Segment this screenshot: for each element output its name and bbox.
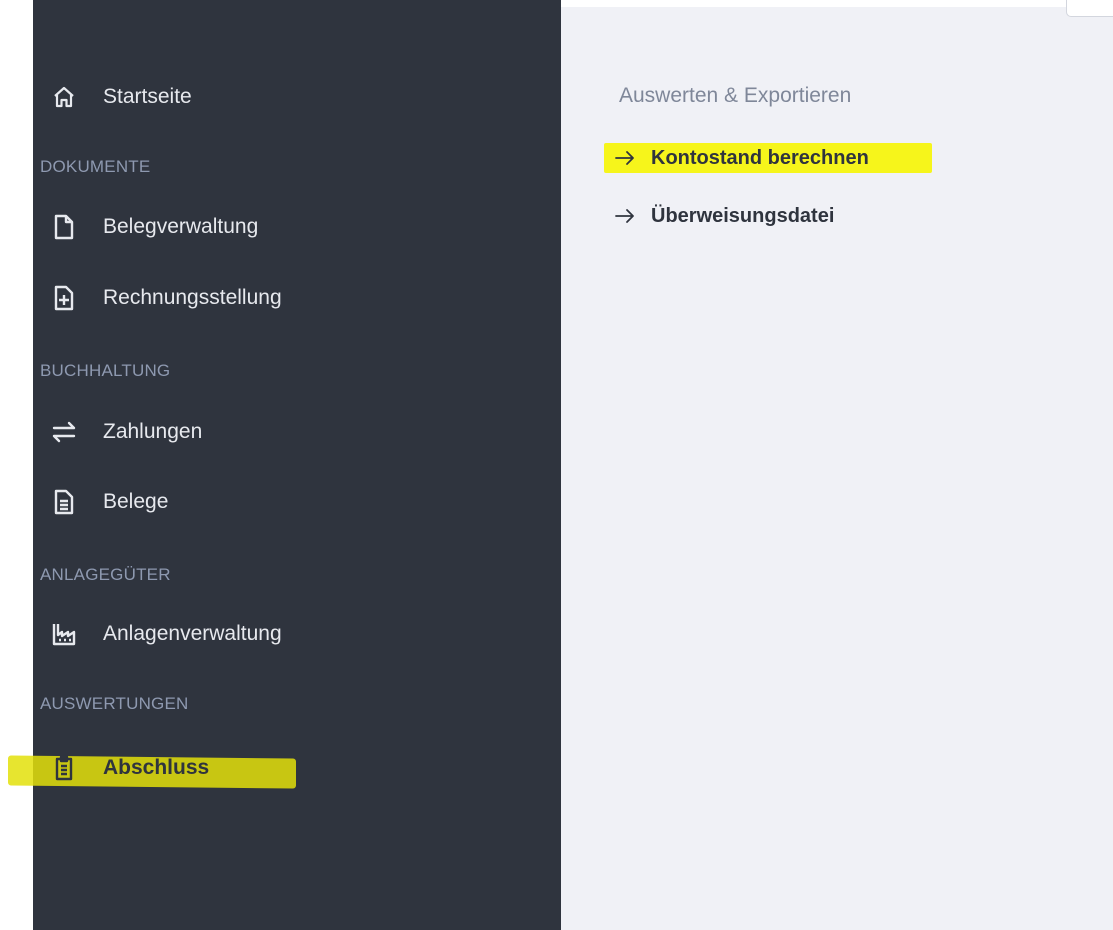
section-title-buchhaltung: BUCHHALTUNG (40, 361, 171, 380)
file-icon (51, 214, 77, 240)
sidebar-item-belegverwaltung[interactable]: Belegverwaltung (33, 205, 561, 249)
sidebar-item-label: Abschluss (103, 756, 210, 779)
sidebar-item-label: Belegverwaltung (103, 215, 259, 238)
link-kontostand-berechnen[interactable]: Kontostand berechnen (613, 143, 869, 173)
app-window: Startseite DOKUMENTE Belegverwaltung Rec… (0, 0, 1113, 930)
document-lines-icon (51, 489, 77, 515)
sidebar-item-label: Anlagenverwaltung (103, 622, 282, 645)
link-uberweisungsdatei[interactable]: Überweisungsdatei (613, 201, 834, 231)
clipboard-list-icon (51, 755, 77, 781)
sidebar-item-label: Belege (103, 490, 169, 513)
top-bar (561, 0, 1113, 7)
page-title: Auswerten & Exportieren (619, 84, 852, 107)
arrow-right-icon (613, 206, 639, 226)
section-title-dokumente: DOKUMENTE (40, 157, 151, 176)
sidebar-item-label: Rechnungsstellung (103, 286, 282, 309)
sidebar-item-zahlungen[interactable]: Zahlungen (33, 410, 561, 454)
sidebar-item-label: Zahlungen (103, 420, 203, 443)
top-right-tab[interactable] (1066, 0, 1113, 17)
sidebar (33, 0, 561, 930)
sidebar-item-rechnungsstellung[interactable]: Rechnungsstellung (33, 276, 561, 320)
file-plus-icon (51, 285, 77, 311)
section-title-anlageguter: ANLAGEGÜTER (40, 565, 171, 584)
main-content (561, 0, 1113, 930)
sidebar-item-label: Startseite (103, 85, 192, 108)
arrow-right-icon (613, 148, 639, 168)
home-icon (51, 84, 77, 110)
factory-icon (51, 621, 77, 647)
section-title-auswertungen: AUSWERTUNGEN (40, 694, 189, 713)
sidebar-item-belege[interactable]: Belege (33, 480, 561, 524)
sidebar-item-anlagenverwaltung[interactable]: Anlagenverwaltung (33, 612, 561, 656)
link-label: Überweisungsdatei (651, 204, 835, 227)
sidebar-item-abschluss[interactable]: Abschluss (33, 746, 561, 790)
sidebar-item-startseite[interactable]: Startseite (33, 75, 561, 119)
link-label: Kontostand berechnen (651, 146, 869, 169)
transfer-arrows-icon (51, 419, 77, 445)
